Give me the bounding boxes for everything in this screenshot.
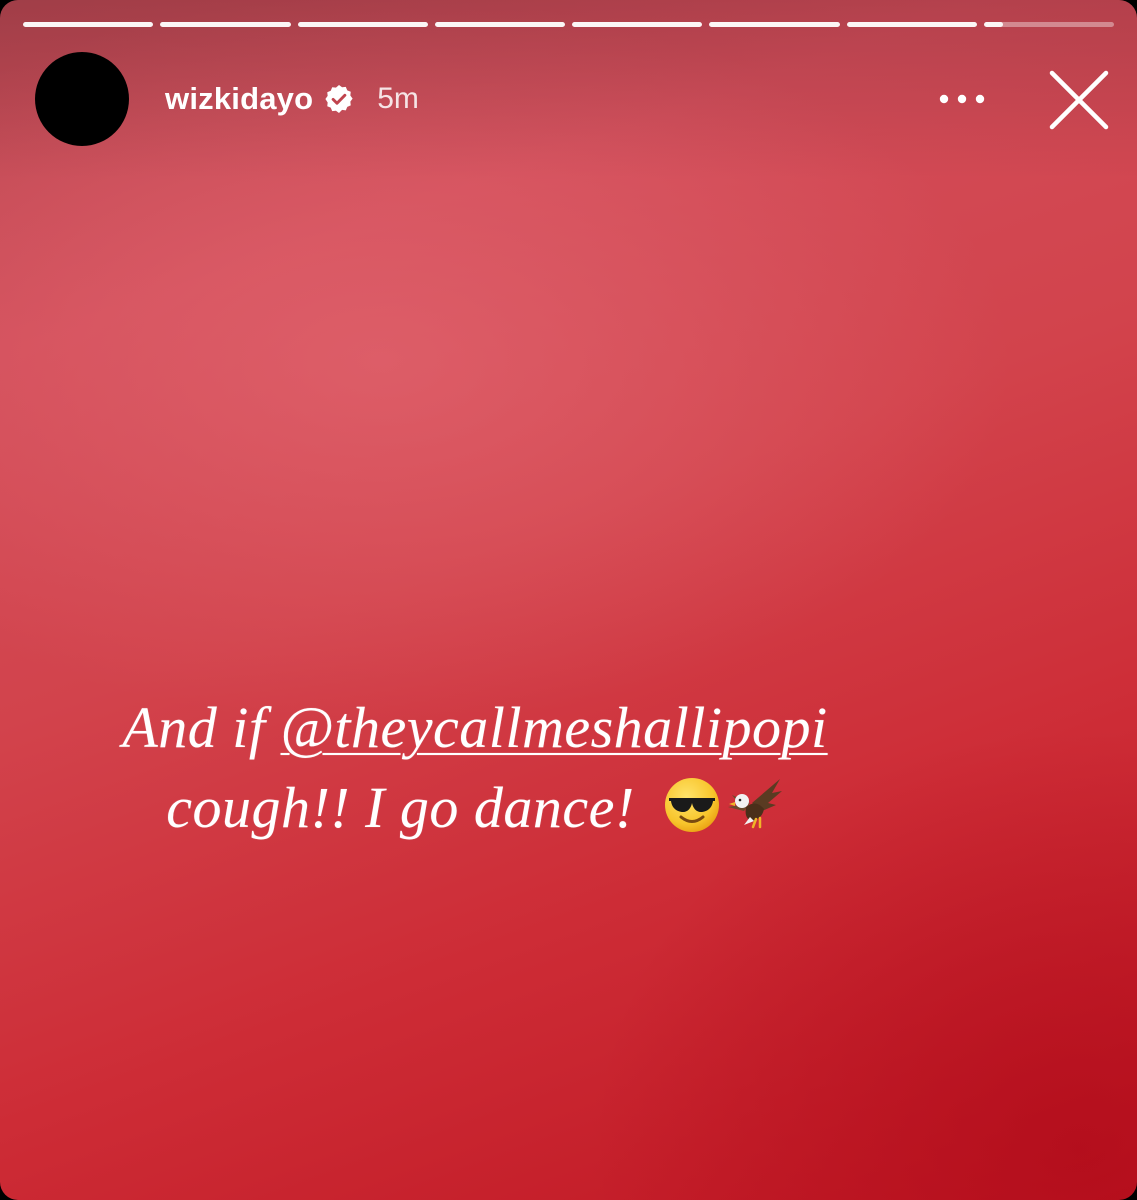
progress-segment — [572, 22, 703, 27]
avatar[interactable] — [35, 52, 129, 146]
caption-line-2: cough!! I go dance! — [0, 768, 950, 848]
eagle-emoji-icon — [727, 779, 782, 829]
story-progress-bar — [23, 22, 1114, 27]
progress-segment-current — [983, 22, 1114, 27]
more-options-button[interactable] — [930, 78, 994, 120]
progress-segment — [846, 22, 977, 27]
progress-segment — [297, 22, 428, 27]
story-header: wizkidayo 5m — [35, 52, 419, 146]
story-caption: And if @theycallmeshallipopi cough!! I g… — [0, 688, 950, 848]
verified-badge-icon — [325, 85, 353, 113]
story-viewer[interactable]: wizkidayo 5m And if @theycallmeshallipop… — [0, 0, 1137, 1200]
close-icon — [1049, 70, 1109, 130]
progress-segment — [709, 22, 840, 27]
story-timestamp: 5m — [377, 82, 419, 115]
caption-text: cough!! I go dance! — [166, 775, 650, 840]
progress-segment — [160, 22, 291, 27]
progress-segment — [23, 22, 154, 27]
more-options-icon — [939, 94, 985, 104]
progress-segment — [434, 22, 565, 27]
sunglasses-emoji-icon — [664, 778, 719, 832]
username[interactable]: wizkidayo — [165, 81, 313, 117]
close-button[interactable] — [1046, 68, 1112, 132]
mention-link[interactable]: @theycallmeshallipopi — [281, 695, 828, 760]
caption-text: And if — [122, 695, 281, 760]
caption-line-1: And if @theycallmeshallipopi — [0, 688, 950, 768]
